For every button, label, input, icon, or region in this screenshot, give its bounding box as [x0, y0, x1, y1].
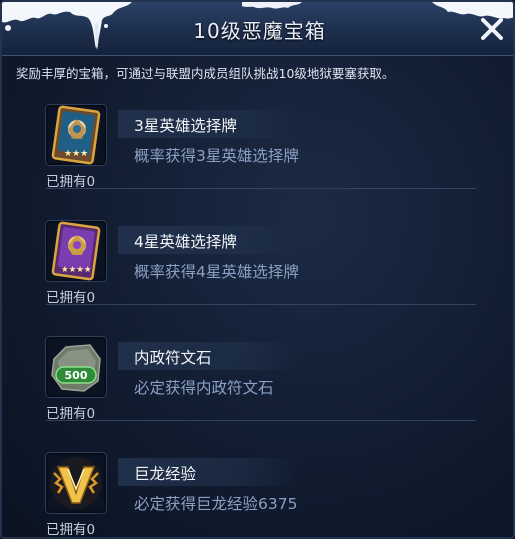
reward-description: 概率获得3星英雄选择牌	[134, 147, 299, 165]
divider	[46, 420, 476, 421]
politics-rune-stone-icon: 500	[51, 344, 101, 392]
reward-icon-frame[interactable]: 500	[46, 337, 106, 397]
close-icon	[481, 18, 503, 40]
reward-name: 内政符文石	[134, 349, 212, 367]
dragon-experience-icon	[50, 457, 102, 509]
rune-stone-badge: 500	[65, 369, 88, 382]
chest-description: 奖励丰厚的宝箱，可通过与联盟内成员组队挑战10级地狱要塞获取。	[16, 66, 395, 81]
divider	[46, 188, 476, 189]
hero-card-4star-icon: ★★★★	[51, 221, 101, 281]
close-button[interactable]	[475, 12, 509, 46]
svg-text:★★★★: ★★★★	[61, 265, 92, 275]
reward-list: ★★★ 已拥有0 3星英雄选择牌 概率获得3星英雄选择牌 ★★★★ 已拥有0 4…	[2, 92, 513, 538]
hero-card-3star-icon: ★★★	[51, 105, 101, 165]
reward-name: 巨龙经验	[134, 465, 197, 483]
reward-name: 4星英雄选择牌	[134, 233, 237, 251]
dialog-header: 10级恶魔宝箱	[2, 2, 513, 56]
reward-icon-frame[interactable]: ★★★	[46, 105, 106, 165]
svg-text:★★★: ★★★	[64, 149, 88, 159]
owned-count: 已拥有0	[46, 406, 96, 422]
reward-icon-frame[interactable]: ★★★★	[46, 221, 106, 281]
reward-description: 必定获得内政符文石	[134, 379, 274, 397]
chest-info-dialog: 10级恶魔宝箱 奖励丰厚的宝箱，可通过与联盟内成员组队挑战10级地狱要塞获取。 …	[0, 0, 515, 539]
reward-item: 已拥有0 巨龙经验 必定获得巨龙经验6375	[2, 440, 513, 538]
owned-count: 已拥有0	[46, 290, 96, 306]
reward-description: 概率获得4星英雄选择牌	[134, 263, 299, 281]
reward-item: ★★★ 已拥有0 3星英雄选择牌 概率获得3星英雄选择牌	[2, 92, 513, 208]
owned-count: 已拥有0	[46, 174, 96, 190]
reward-name: 3星英雄选择牌	[134, 117, 237, 135]
dialog-title: 10级恶魔宝箱	[193, 19, 326, 43]
owned-count: 已拥有0	[46, 522, 96, 538]
reward-item: ★★★★ 已拥有0 4星英雄选择牌 概率获得4星英雄选择牌	[2, 208, 513, 324]
reward-item: 500 已拥有0 内政符文石 必定获得内政符文石	[2, 324, 513, 440]
reward-icon-frame[interactable]	[46, 453, 106, 513]
reward-description: 必定获得巨龙经验6375	[134, 495, 298, 513]
divider	[46, 304, 476, 305]
